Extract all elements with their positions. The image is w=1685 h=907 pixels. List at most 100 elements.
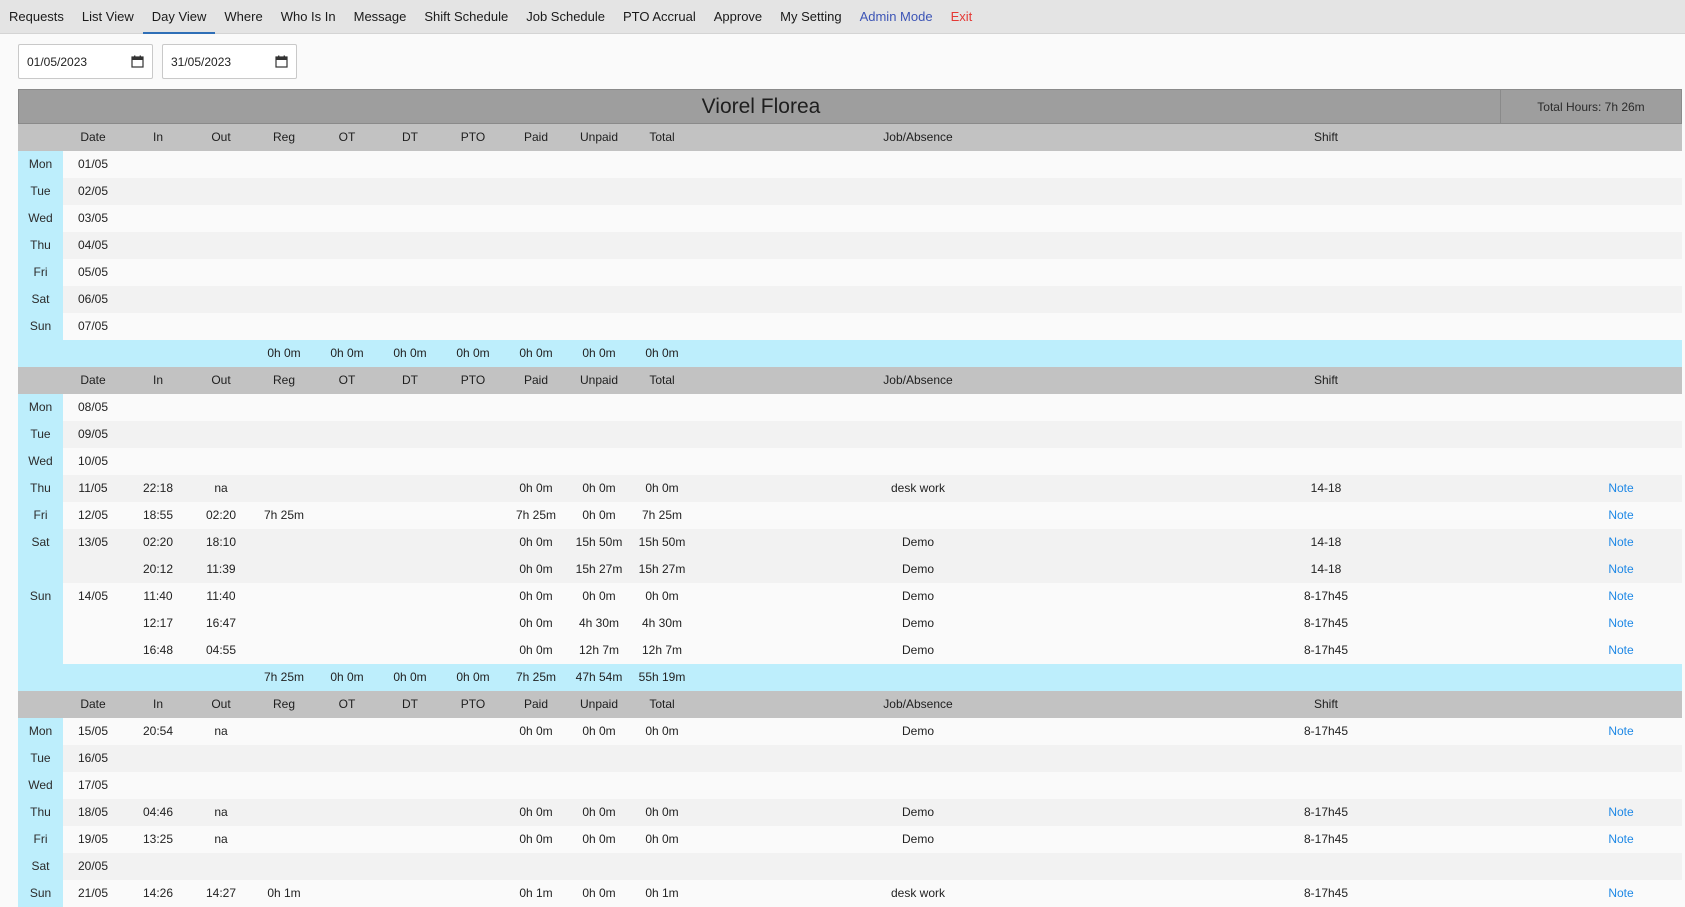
- nav-requests[interactable]: Requests: [0, 0, 73, 33]
- nav-job-schedule[interactable]: Job Schedule: [517, 0, 614, 33]
- nav-exit[interactable]: Exit: [942, 0, 982, 33]
- summary-dt: 0h 0m: [393, 346, 427, 360]
- row-in: 18:55: [142, 508, 174, 522]
- row-date: 21/05: [77, 886, 109, 900]
- row-unpaid: 0h 0m: [582, 886, 616, 900]
- summary-reg: 0h 0m: [267, 346, 301, 360]
- row-paid: 0h 0m: [519, 481, 553, 495]
- column-header-shift: Shift: [1313, 373, 1338, 387]
- row-job: Demo: [901, 805, 934, 819]
- column-header-total: Total: [649, 373, 675, 387]
- nav-message[interactable]: Message: [345, 0, 416, 33]
- note-link[interactable]: Note: [1596, 475, 1646, 502]
- note-link[interactable]: Note: [1596, 583, 1646, 610]
- row-unpaid: 0h 0m: [582, 832, 616, 846]
- row-paid: 0h 1m: [519, 886, 553, 900]
- summary-pto: 0h 0m: [456, 670, 490, 684]
- table-row: Sun 14/05 11:40 11:40 0h 0m 0h 0m 0h 0m Demo 8-1…: [18, 583, 1682, 610]
- note-link[interactable]: Note: [1596, 826, 1646, 853]
- calendar-icon[interactable]: [275, 55, 288, 68]
- column-header-shift: Shift: [1313, 697, 1338, 711]
- note-link[interactable]: Note: [1596, 637, 1646, 664]
- column-header-job: Job/Absence: [883, 373, 953, 387]
- calendar-icon[interactable]: [131, 55, 144, 68]
- row-in: 16:48: [142, 643, 174, 657]
- column-header-total: Total: [649, 130, 675, 144]
- column-header-dt: DT: [402, 373, 418, 387]
- column-header-dt: DT: [402, 697, 418, 711]
- table-row: 20:12 11:39 0h 0m 15h 27m 15h 27m Demo 14-18 No…: [18, 556, 1682, 583]
- note-link[interactable]: Note: [1596, 799, 1646, 826]
- day-of-week: [18, 610, 63, 637]
- row-out: na: [214, 805, 228, 819]
- column-header-unpaid: Unpaid: [579, 697, 619, 711]
- row-unpaid: 0h 0m: [582, 805, 616, 819]
- table-row: Mon 01/05: [18, 151, 1682, 178]
- row-job: Demo: [901, 724, 934, 738]
- table-row: Wed 10/05: [18, 448, 1682, 475]
- table-row: Wed 17/05: [18, 772, 1682, 799]
- table-row: Mon 15/05 20:54 na 0h 0m 0h 0m 0h 0m Demo 8-17h4…: [18, 718, 1682, 745]
- row-total: 0h 1m: [645, 886, 679, 900]
- row-out: na: [214, 724, 228, 738]
- row-unpaid: 15h 27m: [575, 562, 623, 576]
- row-date: 18/05: [77, 805, 109, 819]
- start-date-value: 01/05/2023: [27, 54, 88, 69]
- column-header-in: In: [152, 130, 163, 144]
- row-in: 20:54: [142, 724, 174, 738]
- nav-pto-accrual[interactable]: PTO Accrual: [614, 0, 705, 33]
- row-date: 05/05: [77, 265, 109, 279]
- note-link[interactable]: Note: [1596, 529, 1646, 556]
- employee-header: Viorel Florea Total Hours: 7h 26m: [18, 89, 1682, 124]
- row-total: 0h 0m: [645, 481, 679, 495]
- row-unpaid: 0h 0m: [582, 481, 616, 495]
- table-row: Thu 11/05 22:18 na 0h 0m 0h 0m 0h 0m desk work 1…: [18, 475, 1682, 502]
- row-date: [63, 637, 123, 664]
- row-in: 20:12: [142, 562, 174, 576]
- row-in: 12:17: [142, 616, 174, 630]
- nav-day-view[interactable]: Day View: [142, 0, 216, 34]
- column-header-in: In: [152, 373, 163, 387]
- note-link[interactable]: Note: [1596, 556, 1646, 583]
- row-out: 14:27: [205, 886, 237, 900]
- nav-approve[interactable]: Approve: [705, 0, 771, 33]
- row-job: Demo: [901, 832, 934, 846]
- column-header-ot: OT: [338, 373, 356, 387]
- note-link[interactable]: Note: [1596, 880, 1646, 907]
- table-row: Fri 12/05 18:55 02:20 7h 25m 7h 25m 0h 0m 7h 25…: [18, 502, 1682, 529]
- day-of-week: Fri: [33, 265, 48, 279]
- nav-who-is-in[interactable]: Who Is In: [272, 0, 345, 33]
- day-of-week: Sat: [31, 535, 50, 549]
- row-paid: 0h 0m: [519, 832, 553, 846]
- start-date-input[interactable]: 01/05/2023: [18, 44, 153, 79]
- row-unpaid: 0h 0m: [582, 508, 616, 522]
- table-row: Wed 03/05: [18, 205, 1682, 232]
- note-link[interactable]: Note: [1596, 502, 1646, 529]
- note-link[interactable]: Note: [1596, 610, 1646, 637]
- day-of-week: Tue: [30, 184, 51, 198]
- report-body: Date In Out Reg OT DT PTO Paid Unpaid Total Job/Ab…: [18, 124, 1682, 907]
- day-of-week: Sat: [31, 292, 50, 306]
- row-date: 09/05: [77, 427, 109, 441]
- row-in: 14:26: [142, 886, 174, 900]
- table-header-row: Date In Out Reg OT DT PTO Paid Unpaid Total Job/Ab…: [18, 367, 1682, 394]
- column-header-ot: OT: [338, 697, 356, 711]
- row-date: 11/05: [78, 481, 108, 495]
- table-row: Thu 18/05 04:46 na 0h 0m 0h 0m 0h 0m Demo 8-17h4…: [18, 799, 1682, 826]
- row-paid: 0h 0m: [519, 643, 553, 657]
- table-row: Sun 07/05: [18, 313, 1682, 340]
- row-reg: 7h 25m: [263, 508, 305, 522]
- nav-where[interactable]: Where: [215, 0, 271, 33]
- nav-list-view[interactable]: List View: [73, 0, 143, 33]
- column-header-dt: DT: [402, 130, 418, 144]
- row-date: 03/05: [77, 211, 109, 225]
- nav-shift-schedule[interactable]: Shift Schedule: [415, 0, 517, 33]
- nav-admin-mode[interactable]: Admin Mode: [851, 0, 942, 33]
- day-of-week: Sun: [29, 886, 52, 900]
- column-header-pto: PTO: [460, 373, 486, 387]
- row-total: 0h 0m: [645, 589, 679, 603]
- end-date-input[interactable]: 31/05/2023: [162, 44, 297, 79]
- note-link[interactable]: Note: [1596, 718, 1646, 745]
- column-header-paid: Paid: [523, 373, 549, 387]
- nav-my-setting[interactable]: My Setting: [771, 0, 850, 33]
